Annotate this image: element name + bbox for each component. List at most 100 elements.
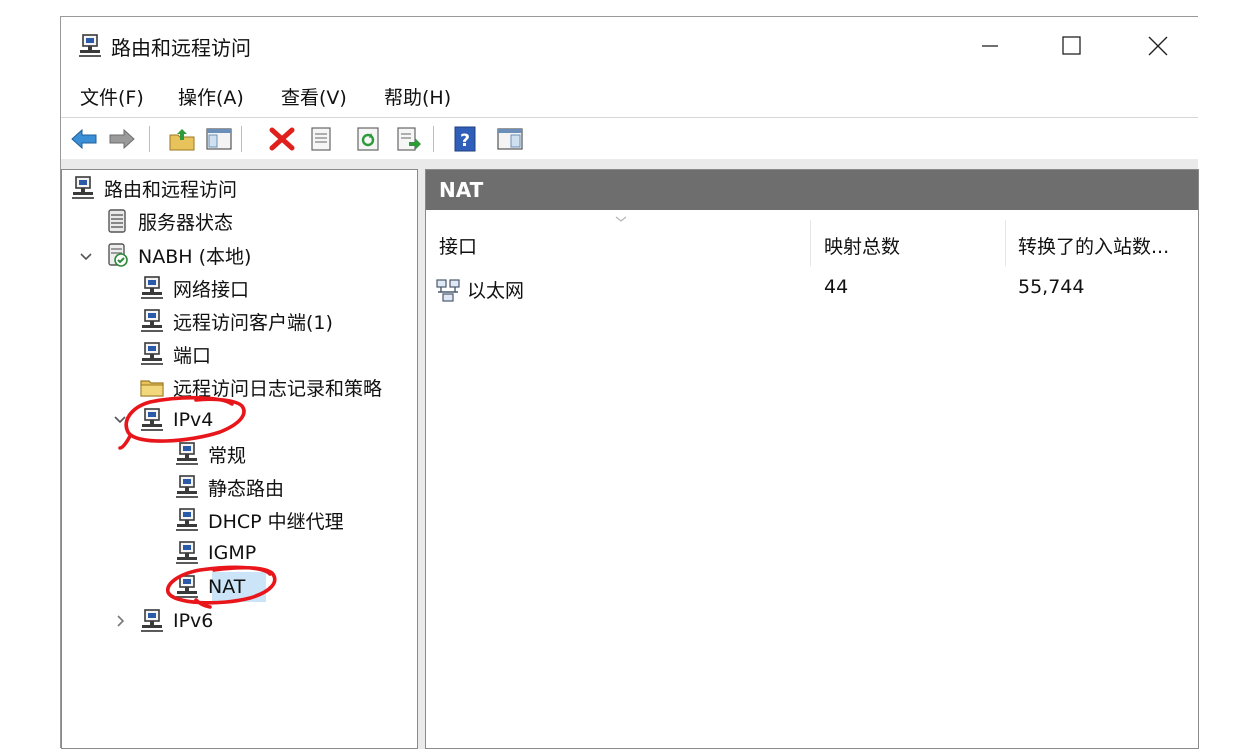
minimize-icon: [982, 45, 998, 47]
column-divider[interactable]: [810, 220, 811, 266]
help-icon: ?: [454, 126, 476, 152]
forward-arrow-icon: [109, 128, 135, 150]
back-button[interactable]: [69, 123, 99, 155]
column-header-total-mappings[interactable]: 映射总数: [824, 232, 900, 259]
menu-bar: 文件(F) 操作(A) 查看(V) 帮助(H): [61, 75, 1198, 115]
delete-x-icon: [269, 127, 295, 151]
tree-item-static-routes[interactable]: 静态路由: [174, 472, 284, 502]
column-divider[interactable]: [1005, 220, 1006, 266]
chevron-down-icon[interactable]: [112, 412, 128, 428]
export-list-icon: [397, 127, 421, 151]
computer-icon: [139, 407, 165, 433]
toolbar: ?: [61, 117, 1198, 159]
delete-button[interactable]: [267, 123, 297, 155]
action-pane-icon: [497, 128, 523, 150]
refresh-icon: [357, 127, 379, 151]
tree-item-label: DHCP 中继代理: [208, 510, 344, 533]
show-hide-tree-icon: [206, 128, 232, 150]
computer-icon: [139, 341, 165, 367]
computer-icon: [139, 608, 165, 634]
computer-icon: [174, 507, 200, 533]
computer-icon: [70, 175, 96, 201]
tree-item-root[interactable]: 路由和远程访问: [70, 173, 237, 203]
console-tree[interactable]: 路由和远程访问 服务器状态 NABH (本地) 网络接口 远程访问客户端(1): [61, 169, 418, 749]
list-item-interface[interactable]: 以太网: [435, 276, 524, 303]
maximize-icon: [1062, 36, 1081, 55]
tree-item-label: IPv4: [173, 409, 214, 431]
export-list-button[interactable]: [394, 123, 424, 155]
toolbar-separator: [433, 126, 434, 152]
tree-item-network-interfaces[interactable]: 网络接口: [139, 273, 249, 303]
tree-item-label: NABH (本地): [138, 245, 252, 268]
local-server-icon: [104, 242, 130, 268]
column-header-inbound-translated[interactable]: 转换了的入站数...: [1018, 232, 1169, 259]
tree-item-label: 端口: [173, 344, 212, 367]
tree-item-general[interactable]: 常规: [174, 439, 246, 469]
help-button[interactable]: ?: [450, 123, 480, 155]
window-title: 路由和远程访问: [111, 36, 251, 60]
chevron-down-icon[interactable]: [78, 249, 94, 265]
computer-icon: [174, 574, 200, 600]
tree-item-label: 常规: [208, 444, 247, 467]
chevron-right-icon[interactable]: [112, 613, 128, 629]
close-button[interactable]: [1134, 27, 1182, 65]
tree-item-ipv4[interactable]: IPv4: [139, 405, 213, 435]
close-icon: [1148, 36, 1168, 56]
tree-item-label: 静态路由: [208, 477, 285, 500]
show-hide-tree-button[interactable]: [204, 123, 234, 155]
up-folder-icon: [169, 129, 195, 151]
sort-indicator-icon: [615, 216, 627, 222]
computer-icon: [139, 275, 165, 301]
app-window: 路由和远程访问 文件(F) 操作(A) 查看(V) 帮助(H) ? 路由和远程访…: [60, 16, 1199, 749]
forward-button[interactable]: [107, 123, 137, 155]
cell-interface-name: 以太网: [467, 280, 525, 302]
tree-item-remote-clients[interactable]: 远程访问客户端(1): [139, 306, 333, 336]
cell-total-mappings: 44: [824, 276, 849, 298]
menu-file[interactable]: 文件(F): [80, 83, 144, 110]
toolbar-separator: [149, 126, 150, 152]
tree-item-server-nabh[interactable]: NABH (本地): [104, 240, 251, 270]
toolbar-separator: [241, 126, 242, 152]
menu-view[interactable]: 查看(V): [281, 83, 347, 110]
tree-item-label: 远程访问客户端(1): [173, 311, 333, 334]
cell-inbound-translated: 55,744: [1018, 276, 1085, 298]
pane-header: NAT: [426, 170, 1198, 210]
refresh-button[interactable]: [353, 123, 383, 155]
tree-item-label: NAT: [208, 576, 246, 598]
tree-item-nat[interactable]: NAT: [174, 572, 245, 602]
column-header-interface[interactable]: 接口: [439, 232, 477, 259]
menu-help[interactable]: 帮助(H): [384, 83, 451, 110]
properties-icon: [311, 127, 331, 151]
computer-icon: [174, 441, 200, 467]
tree-item-server-status[interactable]: 服务器状态: [104, 206, 233, 236]
up-one-level-button[interactable]: [167, 123, 197, 155]
tree-item-label: 网络接口: [173, 278, 250, 301]
server-icon: [104, 208, 130, 234]
computer-icon: [174, 540, 200, 566]
minimize-button[interactable]: [966, 27, 1014, 65]
tree-item-ipv6[interactable]: IPv6: [139, 606, 213, 636]
properties-button[interactable]: [306, 123, 336, 155]
tree-item-label: 服务器状态: [138, 211, 234, 234]
folder-icon: [139, 374, 165, 400]
title-bar[interactable]: 路由和远程访问: [61, 17, 1198, 75]
tree-item-label: IPv6: [173, 610, 214, 632]
tree-item-label: 远程访问日志记录和策略: [173, 377, 383, 400]
computer-icon: [139, 308, 165, 334]
action-pane-button[interactable]: [495, 123, 525, 155]
routing-app-icon: [77, 33, 103, 59]
tree-item-dhcp-relay[interactable]: DHCP 中继代理: [174, 505, 344, 535]
svg-text:?: ?: [460, 131, 470, 151]
computer-icon: [174, 474, 200, 500]
tree-item-ports[interactable]: 端口: [139, 339, 211, 369]
details-pane: NAT 接口 映射总数 转换了的入站数... 以太网 44 55,744: [425, 169, 1199, 749]
network-interface-icon: [435, 277, 461, 303]
maximize-button[interactable]: [1048, 27, 1096, 65]
tree-item-label: 路由和远程访问: [104, 178, 238, 201]
tree-item-remote-logging[interactable]: 远程访问日志记录和策略: [139, 372, 417, 402]
menu-action[interactable]: 操作(A): [178, 83, 244, 110]
tree-item-igmp[interactable]: IGMP: [174, 538, 256, 568]
tree-item-label: IGMP: [208, 542, 257, 564]
back-arrow-icon: [71, 128, 97, 150]
content-area: 路由和远程访问 服务器状态 NABH (本地) 网络接口 远程访问客户端(1): [61, 159, 1199, 749]
